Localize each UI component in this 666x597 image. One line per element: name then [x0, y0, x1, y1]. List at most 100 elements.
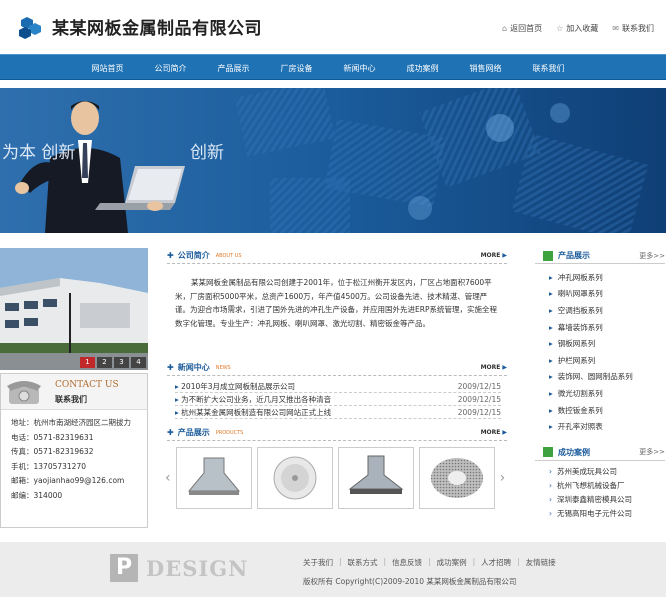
category-item[interactable]: ▸ 装饰网、圆网制品系列	[549, 369, 665, 386]
contact-box: CONTACT US 联系我们 地址：杭州市南湖经济园区二期拔力 电话：0571…	[0, 373, 148, 528]
right-products-more[interactable]: 更多>>	[639, 251, 665, 261]
case-item[interactable]: › 深圳泰鑫精密模具公司	[549, 493, 665, 507]
footer-link[interactable]: 关于我们	[303, 557, 333, 568]
copyright: 版权所有 Copyright(C)2009-2010 某某网板金属制品有限公司	[303, 577, 517, 586]
nav-sales[interactable]: 销售网络	[454, 63, 517, 74]
photo-pager: 1 2 3 4	[80, 357, 146, 368]
category-item[interactable]: ▸ 数控钣金系列	[549, 402, 665, 419]
prev-arrow-icon[interactable]: ‹	[165, 470, 171, 486]
company-name: 某某网板金属制品有限公司	[52, 19, 262, 39]
product-thumb-hood[interactable]	[175, 447, 252, 509]
contact-fax: 传真：0571-82319632	[11, 447, 94, 456]
products-en: PRODUCTS	[215, 429, 244, 436]
case-list: › 苏州美成玩具公司 › 杭州飞想机械设备厂 › 深圳泰鑫精密模具公司 › 无锡高阳电子…	[535, 461, 665, 521]
right-products-header: 产品展示 更多>>	[535, 248, 665, 264]
category-item[interactable]: ▸ 幕墙装饰系列	[549, 319, 665, 336]
right-cases-title: 成功案例	[558, 447, 590, 457]
nav-about[interactable]: 公司简介	[139, 63, 202, 74]
news-item[interactable]: ▸ 2010年3月成立网板制品展示公司 2009/12/15	[175, 380, 501, 393]
watermark-text: DESIGN	[146, 556, 249, 581]
nav-products[interactable]: 产品展示	[202, 63, 265, 74]
star-icon: ☆	[556, 24, 564, 33]
right-sidebar: 产品展示 更多>> ▸ 冲孔网板系列 ▸ 喇叭网罩系列 ▸ 空调挡板系列 ▸ 幕墙装饰系…	[535, 248, 665, 521]
bullet-icon: ▸	[549, 372, 553, 382]
cube-icon	[543, 250, 553, 261]
category-item[interactable]: ▸ 微光切割系列	[549, 385, 665, 402]
home-icon: ⌂	[502, 24, 508, 33]
case-item[interactable]: › 杭州飞想机械设备厂	[549, 479, 665, 493]
news-item[interactable]: ▸ 杭州某某金属网板制造有限公司网站正式上线 2009/12/15	[175, 406, 501, 419]
bullet-icon: ▸	[549, 305, 553, 315]
footer: P DESIGN 关于我们 | 联系方式 | 信息反馈 | 成功案例 | 人才招聘 | 友…	[0, 542, 666, 597]
category-item[interactable]: ▸ 护栏网系列	[549, 352, 665, 369]
bullet-icon: ▸	[549, 322, 553, 332]
product-category-list: ▸ 冲孔网板系列 ▸ 喇叭网罩系列 ▸ 空调挡板系列 ▸ 幕墙装饰系列 ▸ 钢板网系列 ▸…	[535, 264, 665, 435]
bullet-icon: ▸	[549, 339, 553, 349]
banner-graphic: 为本 创新 创新	[0, 88, 666, 233]
contact-title-cn: 联系我们	[55, 395, 87, 404]
pager-1[interactable]: 1	[80, 357, 95, 368]
bullet-icon: ▸	[549, 289, 553, 299]
bullet-icon: ▸	[549, 355, 553, 365]
home-link[interactable]: ⌂ 返回首页	[502, 23, 542, 34]
case-item[interactable]: › 无锡高阳电子元件公司	[549, 507, 665, 521]
main-content: ✚ 公司简介 ABOUT US MORE ▶ 某某网板金属制品有限公司创建于20…	[165, 248, 507, 509]
product-thumb-grille[interactable]	[256, 447, 333, 509]
products-more[interactable]: MORE	[481, 429, 501, 436]
category-item[interactable]: ▸ 开孔率对照表	[549, 418, 665, 435]
pager-4[interactable]: 4	[131, 357, 146, 368]
about-header: ✚ 公司简介 ABOUT US MORE ▶	[167, 248, 507, 264]
news-more[interactable]: MORE	[481, 364, 501, 371]
nav-cases[interactable]: 成功案例	[391, 63, 454, 74]
category-item[interactable]: ▸ 冲孔网板系列	[549, 269, 665, 286]
right-products-title: 产品展示	[558, 251, 590, 260]
next-arrow-icon[interactable]: ›	[500, 470, 506, 486]
nav-home[interactable]: 网站首页	[76, 63, 139, 74]
pager-2[interactable]: 2	[97, 357, 112, 368]
bullet-icon: ▸	[549, 272, 553, 282]
category-item[interactable]: ▸ 空调挡板系列	[549, 302, 665, 319]
footer-link[interactable]: 信息反馈	[392, 557, 422, 568]
bullet-icon: ▸	[549, 405, 553, 415]
category-item[interactable]: ▸ 喇叭网罩系列	[549, 286, 665, 303]
about-text: 某某网板金属制品有限公司创建于2001年，位于松江州衡开发区内，厂区占地面积76…	[175, 278, 497, 328]
bullet-icon: ▸	[549, 422, 553, 432]
footer-link[interactable]: 联系方式	[348, 557, 378, 568]
category-item[interactable]: ▸ 钢板网系列	[549, 335, 665, 352]
product-thumb-mesh[interactable]	[418, 447, 495, 509]
contact-link[interactable]: ✉ 联系我们	[612, 23, 654, 34]
about-en: ABOUT US	[215, 252, 242, 259]
right-cases-more[interactable]: 更多>>	[639, 447, 665, 457]
nav-news[interactable]: 新闻中心	[328, 63, 391, 74]
news-title: 新闻中心	[177, 363, 210, 372]
footer-link[interactable]: 成功案例	[437, 557, 467, 568]
bullet-icon: ▸	[549, 388, 553, 398]
phone-icon	[7, 381, 41, 404]
contact-title-en: CONTACT US	[55, 380, 119, 390]
footer-links: 关于我们 | 联系方式 | 信息反馈 | 成功案例 | 人才招聘 | 友情链接	[303, 557, 556, 568]
main-nav: 网站首页 公司简介 产品展示 厂房设备 新闻中心 成功案例 销售网络 联系我们	[0, 54, 666, 80]
banner-slogan: 为本 创新	[2, 143, 75, 163]
news-header: ✚ 新闻中心 NEWS MORE ▶	[167, 360, 507, 376]
news-item[interactable]: ▸ 为不断扩大公司业务，近几月又推出各种清音 2009/12/15	[175, 393, 501, 406]
svg-text:创新: 创新	[190, 143, 224, 163]
about-title: 公司简介	[177, 251, 210, 260]
products-header: ✚ 产品展示 PRODUCTS MORE ▶	[167, 425, 507, 441]
pager-3[interactable]: 3	[114, 357, 129, 368]
contact-email: 邮箱：yaojianhao99@126.com	[11, 476, 125, 485]
news-en: NEWS	[215, 364, 231, 371]
footer-link[interactable]: 友情链接	[526, 557, 556, 568]
factory-photo: 1 2 3 4	[0, 248, 148, 370]
watermark-logo: P	[110, 554, 138, 582]
about-more[interactable]: MORE	[481, 252, 501, 259]
nav-contact[interactable]: 联系我们	[517, 63, 580, 74]
favorite-link[interactable]: ☆ 加入收藏	[556, 23, 598, 34]
case-item[interactable]: › 苏州美成玩具公司	[549, 465, 665, 479]
nav-factory[interactable]: 厂房设备	[265, 63, 328, 74]
contact-address: 地址：杭州市南湖经济园区二期拔力	[11, 418, 131, 427]
product-thumb-hood-2[interactable]	[337, 447, 414, 509]
contact-phone: 电话：0571-82319631	[11, 432, 94, 442]
contact-mobile: 手机：13705731270	[11, 461, 86, 471]
footer-link[interactable]: 人才招聘	[481, 557, 511, 568]
banner: 为本 创新 创新	[0, 88, 666, 233]
